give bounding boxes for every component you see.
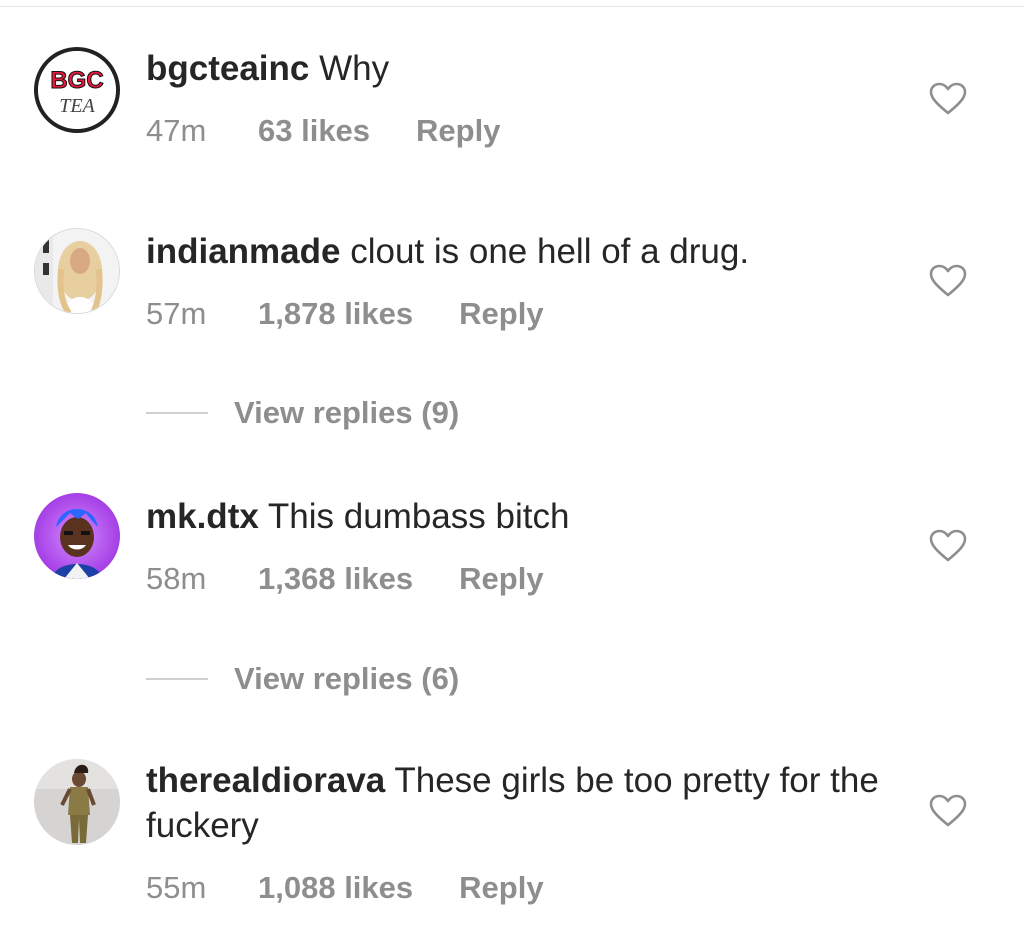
view-replies-button[interactable]: View replies (9) [146, 393, 459, 433]
comment-likes[interactable]: 1,878 likes [258, 296, 413, 332]
avatar[interactable]: BGC TEA [34, 47, 120, 133]
comment-meta: 58m 1,368 likes Reply [146, 561, 544, 597]
comment-body: Why [319, 49, 390, 88]
avatar-logo-top: BGC [50, 67, 103, 94]
bgc-tea-logo: BGC TEA [38, 51, 116, 129]
comment-text: indianmade clout is one hell of a drug. [146, 229, 886, 274]
view-replies-line [146, 678, 208, 680]
comment-text: mk.dtx This dumbass bitch [146, 494, 886, 539]
view-replies-label: View replies (6) [234, 661, 460, 696]
comment-time: 55m [146, 870, 207, 905]
reply-button[interactable]: Reply [459, 296, 543, 332]
avatar-photo [34, 493, 120, 579]
view-replies-line [146, 412, 208, 414]
heart-outline-icon[interactable] [929, 529, 967, 563]
comment-likes[interactable]: 63 likes [258, 113, 370, 149]
comment-meta: 57m 1,878 likes Reply [146, 296, 544, 332]
comment-body: This dumbass bitch [267, 497, 570, 536]
avatar-photo [35, 229, 119, 313]
comment-time: 58m [146, 561, 207, 596]
avatar[interactable] [34, 228, 120, 314]
comment-text: bgcteainc Why [146, 46, 886, 91]
comment-likes[interactable]: 1,368 likes [258, 561, 413, 597]
reply-button[interactable]: Reply [416, 113, 500, 149]
comment-text: therealdiorava These girls be too pretty… [146, 758, 886, 848]
comment-username[interactable]: therealdiorava [146, 761, 385, 800]
reply-button[interactable]: Reply [459, 561, 543, 597]
avatar-photo [34, 759, 120, 845]
reply-button[interactable]: Reply [459, 870, 543, 906]
heart-outline-icon[interactable] [929, 264, 967, 298]
comment-time: 47m [146, 113, 207, 148]
comment-username[interactable]: indianmade [146, 232, 340, 271]
heart-outline-icon[interactable] [929, 794, 967, 828]
comment-time: 57m [146, 296, 207, 331]
heart-outline-icon[interactable] [929, 82, 967, 116]
view-replies-button[interactable]: View replies (6) [146, 659, 459, 699]
comment-likes[interactable]: 1,088 likes [258, 870, 413, 906]
avatar-logo-bottom: TEA [59, 95, 95, 117]
comment-meta: 55m 1,088 likes Reply [146, 870, 544, 906]
top-divider [0, 6, 1024, 7]
comment-meta: 47m 63 likes Reply [146, 113, 500, 149]
view-replies-label: View replies (9) [234, 395, 460, 430]
comment-username[interactable]: mk.dtx [146, 497, 259, 536]
avatar[interactable] [34, 759, 120, 845]
comment-username[interactable]: bgcteainc [146, 49, 309, 88]
comment-body: clout is one hell of a drug. [350, 232, 750, 271]
avatar[interactable] [34, 493, 120, 579]
